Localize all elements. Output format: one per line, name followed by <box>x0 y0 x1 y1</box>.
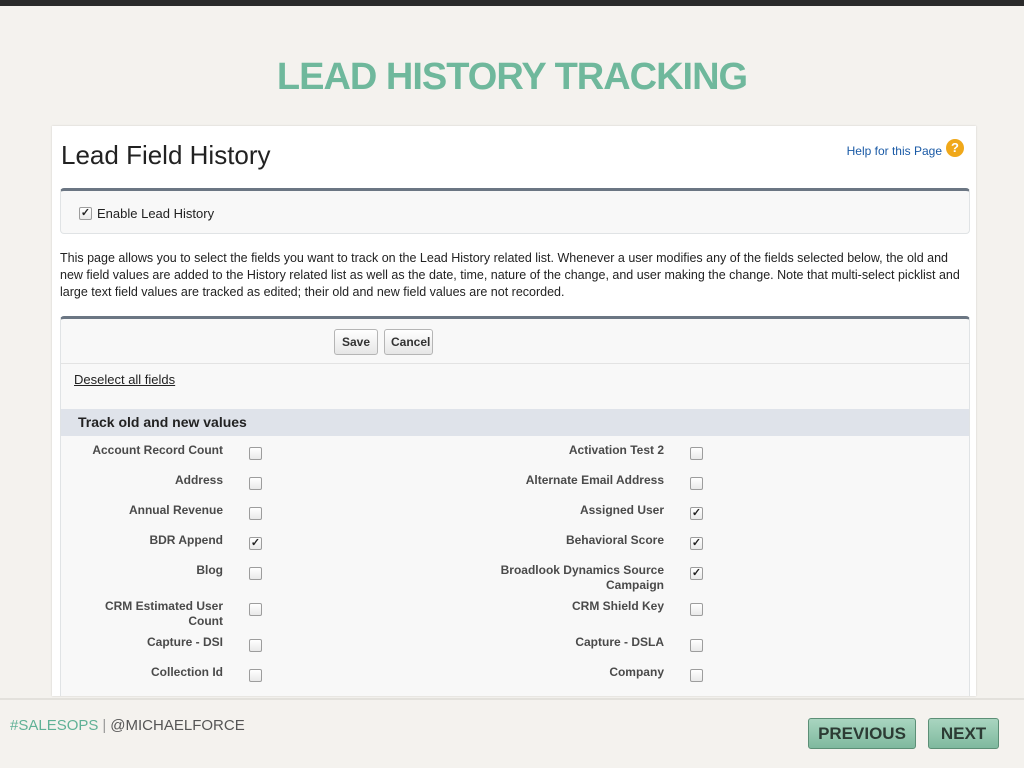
slide-title: LEAD HISTORY TRACKING <box>276 56 748 98</box>
field-label: Address <box>174 473 223 487</box>
field-label: Capture - DSLA <box>575 635 664 649</box>
footer-divider <box>0 698 1024 700</box>
enable-lead-history-label: Enable Lead History <box>97 206 215 221</box>
field-checkbox[interactable] <box>249 603 262 616</box>
field-label: Blog <box>196 563 223 577</box>
next-button[interactable]: NEXT <box>928 718 999 749</box>
field-label: Company <box>609 665 664 679</box>
field-label: Alternate Email Address <box>525 473 664 487</box>
field-checkbox[interactable]: ✓ <box>690 507 703 520</box>
help-question-icon[interactable]: ? <box>946 139 964 157</box>
top-bar <box>0 0 1024 6</box>
field-checkbox[interactable]: ✓ <box>690 567 703 580</box>
field-checkbox[interactable] <box>249 507 262 520</box>
field-label: Account Record Count <box>92 443 223 457</box>
field-label: BDR Append <box>149 533 223 547</box>
field-checkbox[interactable] <box>690 639 703 652</box>
field-history-form: Save Cancel Deselect all fields Track ol… <box>60 316 970 696</box>
enable-history-box: ✓ Enable Lead History <box>60 188 970 234</box>
field-checkbox[interactable] <box>690 477 703 490</box>
footer-separator: | <box>102 717 107 734</box>
enable-lead-history-checkbox[interactable]: ✓ <box>79 207 92 220</box>
footer-hashtag: #SALESOPS <box>10 717 99 734</box>
field-label: Capture - DSI <box>146 635 223 649</box>
divider <box>61 363 969 364</box>
page-title: Lead Field History <box>61 140 271 170</box>
field-label: Collection Id <box>151 665 223 679</box>
field-label: Assigned User <box>579 503 664 517</box>
field-label: Behavioral Score <box>565 533 664 547</box>
footer-credit: #SALESOPS | @MICHAELFORCE <box>10 717 245 734</box>
field-checkbox[interactable] <box>249 477 262 490</box>
field-label: CRM Estimated User Count <box>104 599 223 628</box>
section-header: Track old and new values <box>61 409 969 436</box>
screenshot-panel: Lead Field History Help for this Page ? … <box>52 126 976 696</box>
field-checkbox[interactable]: ✓ <box>249 537 262 550</box>
field-checkbox[interactable] <box>249 669 262 682</box>
field-checkbox[interactable] <box>249 639 262 652</box>
field-checkbox[interactable] <box>690 669 703 682</box>
field-checkbox[interactable] <box>249 447 262 460</box>
previous-button[interactable]: PREVIOUS <box>808 718 916 749</box>
field-checkbox[interactable] <box>249 567 262 580</box>
field-label: Activation Test 2 <box>568 443 664 457</box>
field-label: Broadlook Dynamics Source Campaign <box>500 563 664 592</box>
deselect-all-fields-link[interactable]: Deselect all fields <box>74 372 175 387</box>
field-checkbox[interactable]: ✓ <box>690 537 703 550</box>
field-label: CRM Shield Key <box>571 599 664 613</box>
cancel-button[interactable]: Cancel <box>384 329 433 355</box>
field-checkbox[interactable] <box>690 603 703 616</box>
field-label: Annual Revenue <box>128 503 223 517</box>
save-button[interactable]: Save <box>334 329 378 355</box>
help-link[interactable]: Help for this Page <box>847 144 942 158</box>
footer-handle: @MICHAELFORCE <box>110 717 245 734</box>
page-description: This page allows you to select the field… <box>60 251 960 299</box>
field-checkbox[interactable] <box>690 447 703 460</box>
